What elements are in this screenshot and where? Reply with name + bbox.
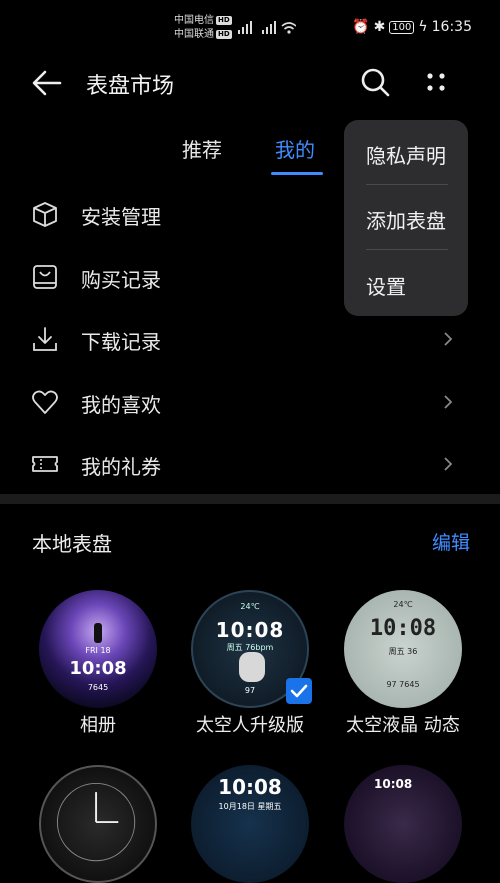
overflow-menu: 隐私声明 添加表盘 设置 [344, 120, 468, 316]
chevron-right-icon [444, 332, 453, 346]
astronaut-graphic [239, 652, 265, 682]
back-arrow-icon[interactable] [30, 66, 64, 100]
list-item-download[interactable]: 下载记录 [0, 308, 500, 371]
face-date: FRI 18 [85, 646, 111, 655]
battery-icon: 100 [389, 20, 415, 34]
clock-time: 16:35 [431, 19, 472, 35]
analog-dial-icon [56, 782, 136, 862]
status-right: ⏰ ✱ 100 ϟ 16:35 [352, 19, 472, 35]
coupon-icon [32, 456, 58, 472]
search-icon[interactable] [359, 66, 391, 98]
face-time: 10:08 [374, 777, 413, 791]
face-info: 周五 36 [388, 647, 418, 656]
list-item-favorites[interactable]: 我的喜欢 [0, 371, 500, 434]
edit-button[interactable]: 编辑 [432, 528, 470, 555]
app-header: 表盘市场 [0, 56, 500, 112]
silhouette-figure [94, 623, 102, 643]
more-options-icon[interactable] [420, 66, 452, 98]
menu-separator [366, 184, 448, 185]
tab-recommended[interactable]: 推荐 [182, 134, 222, 163]
carrier-1: 中国电信 [174, 15, 214, 26]
face-time: 10:08 [69, 658, 127, 679]
face-weather: 24℃ [240, 602, 260, 611]
page-title: 表盘市场 [86, 74, 175, 99]
hd-badge: HD [216, 30, 232, 39]
face-caption: 相册 [80, 715, 116, 736]
face-time: 10:08 [218, 775, 282, 799]
watch-face-digital-blue[interactable]: 10:08 10月18日 星期五 [191, 765, 309, 883]
menu-separator [366, 249, 448, 250]
carrier-info: 中国电信 HD 中国联通 HD [174, 14, 232, 42]
watch-face-widgets[interactable]: 10:08 [344, 765, 462, 883]
watch-face-analog[interactable] [39, 765, 157, 883]
chevron-right-icon [444, 457, 453, 471]
tab-mine[interactable]: 我的 [275, 134, 315, 163]
purchase-icon [33, 264, 57, 289]
watch-face-lcd[interactable]: 24℃ 10:08 周五 36 97 7645 [344, 590, 462, 708]
install-icon [33, 202, 57, 227]
hd-badge: HD [216, 16, 232, 25]
section-divider [0, 494, 500, 504]
status-bar: 中国电信 HD 中国联通 HD ⏰ ✱ 100 ϟ 16:35 [0, 0, 500, 56]
face-caption: 太空液晶 动态 [346, 715, 460, 736]
face-info: 10月18日 星期五 [218, 802, 282, 811]
face-steps: 7645 [87, 683, 109, 692]
download-icon [33, 327, 57, 351]
watch-face-photo[interactable]: FRI 18 10:08 7645 [39, 590, 157, 708]
section-title-local-faces: 本地表盘 [32, 532, 112, 556]
carrier-2: 中国联通 [174, 29, 214, 40]
face-time: 10:08 [369, 616, 437, 641]
list-item-label: 我的喜欢 [81, 392, 161, 417]
face-weather: 24℃ [393, 600, 413, 609]
bluetooth-icon: ✱ [373, 19, 386, 35]
signal-icon [238, 21, 296, 34]
active-tab-indicator [271, 172, 323, 175]
list-item-label: 下载记录 [81, 330, 161, 354]
heart-icon [32, 390, 58, 414]
menu-item-settings[interactable]: 设置 [366, 271, 406, 300]
list-item-coupons[interactable]: 我的礼券 [0, 433, 500, 496]
face-stats: 97 7645 [386, 680, 420, 689]
alarm-icon: ⏰ [352, 19, 370, 35]
face-time: 10:08 [215, 618, 285, 642]
selected-check-icon [286, 678, 312, 704]
charging-icon: ϟ [418, 19, 428, 35]
chevron-right-icon [444, 394, 453, 409]
list-item-label: 安装管理 [81, 205, 161, 229]
list-item-label: 我的礼券 [81, 455, 161, 479]
list-item-label: 购买记录 [81, 267, 161, 292]
menu-item-privacy[interactable]: 隐私声明 [366, 140, 446, 169]
face-caption: 太空人升级版 [196, 715, 304, 736]
menu-item-add-face[interactable]: 添加表盘 [366, 205, 446, 234]
